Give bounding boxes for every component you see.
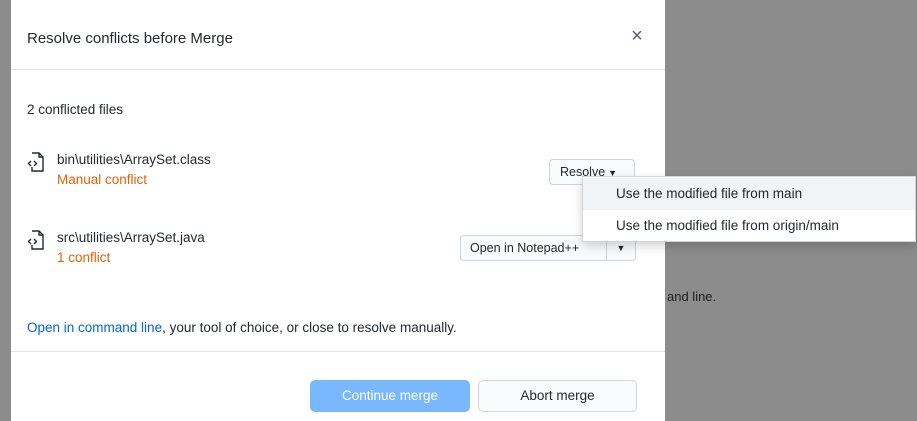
dialog-header: Resolve conflicts before Merge × bbox=[11, 0, 665, 70]
resolve-dropdown-menu: Use the modified file from main Use the … bbox=[582, 176, 916, 242]
file-name: bin\utilities\ArraySet.class bbox=[57, 152, 211, 167]
code-file-icon bbox=[27, 152, 44, 172]
footer-note-text: , your tool of choice, or close to resol… bbox=[162, 320, 457, 335]
code-file-icon bbox=[27, 230, 44, 250]
abort-merge-button[interactable]: Abort merge bbox=[478, 380, 637, 412]
open-command-line-link[interactable]: Open in command line bbox=[27, 320, 162, 335]
resolve-conflicts-dialog: Resolve conflicts before Merge × 2 confl… bbox=[11, 0, 665, 421]
backdrop-text: and line. bbox=[667, 289, 717, 304]
continue-merge-button[interactable]: Continue merge bbox=[310, 380, 470, 412]
conflict-status: 1 conflict bbox=[57, 250, 111, 265]
conflict-status: Manual conflict bbox=[57, 172, 148, 187]
footer-note: Open in command line, your tool of choic… bbox=[11, 320, 681, 335]
close-icon[interactable]: × bbox=[627, 26, 647, 46]
file-name: src\utilities\ArraySet.java bbox=[57, 230, 205, 245]
menu-item-use-main[interactable]: Use the modified file from main bbox=[583, 178, 915, 210]
menu-item-use-origin-main[interactable]: Use the modified file from origin/main bbox=[583, 210, 915, 242]
dialog-title: Resolve conflicts before Merge bbox=[27, 30, 233, 47]
footer-divider bbox=[11, 351, 665, 352]
conflicted-files-heading: 2 conflicted files bbox=[27, 102, 124, 117]
